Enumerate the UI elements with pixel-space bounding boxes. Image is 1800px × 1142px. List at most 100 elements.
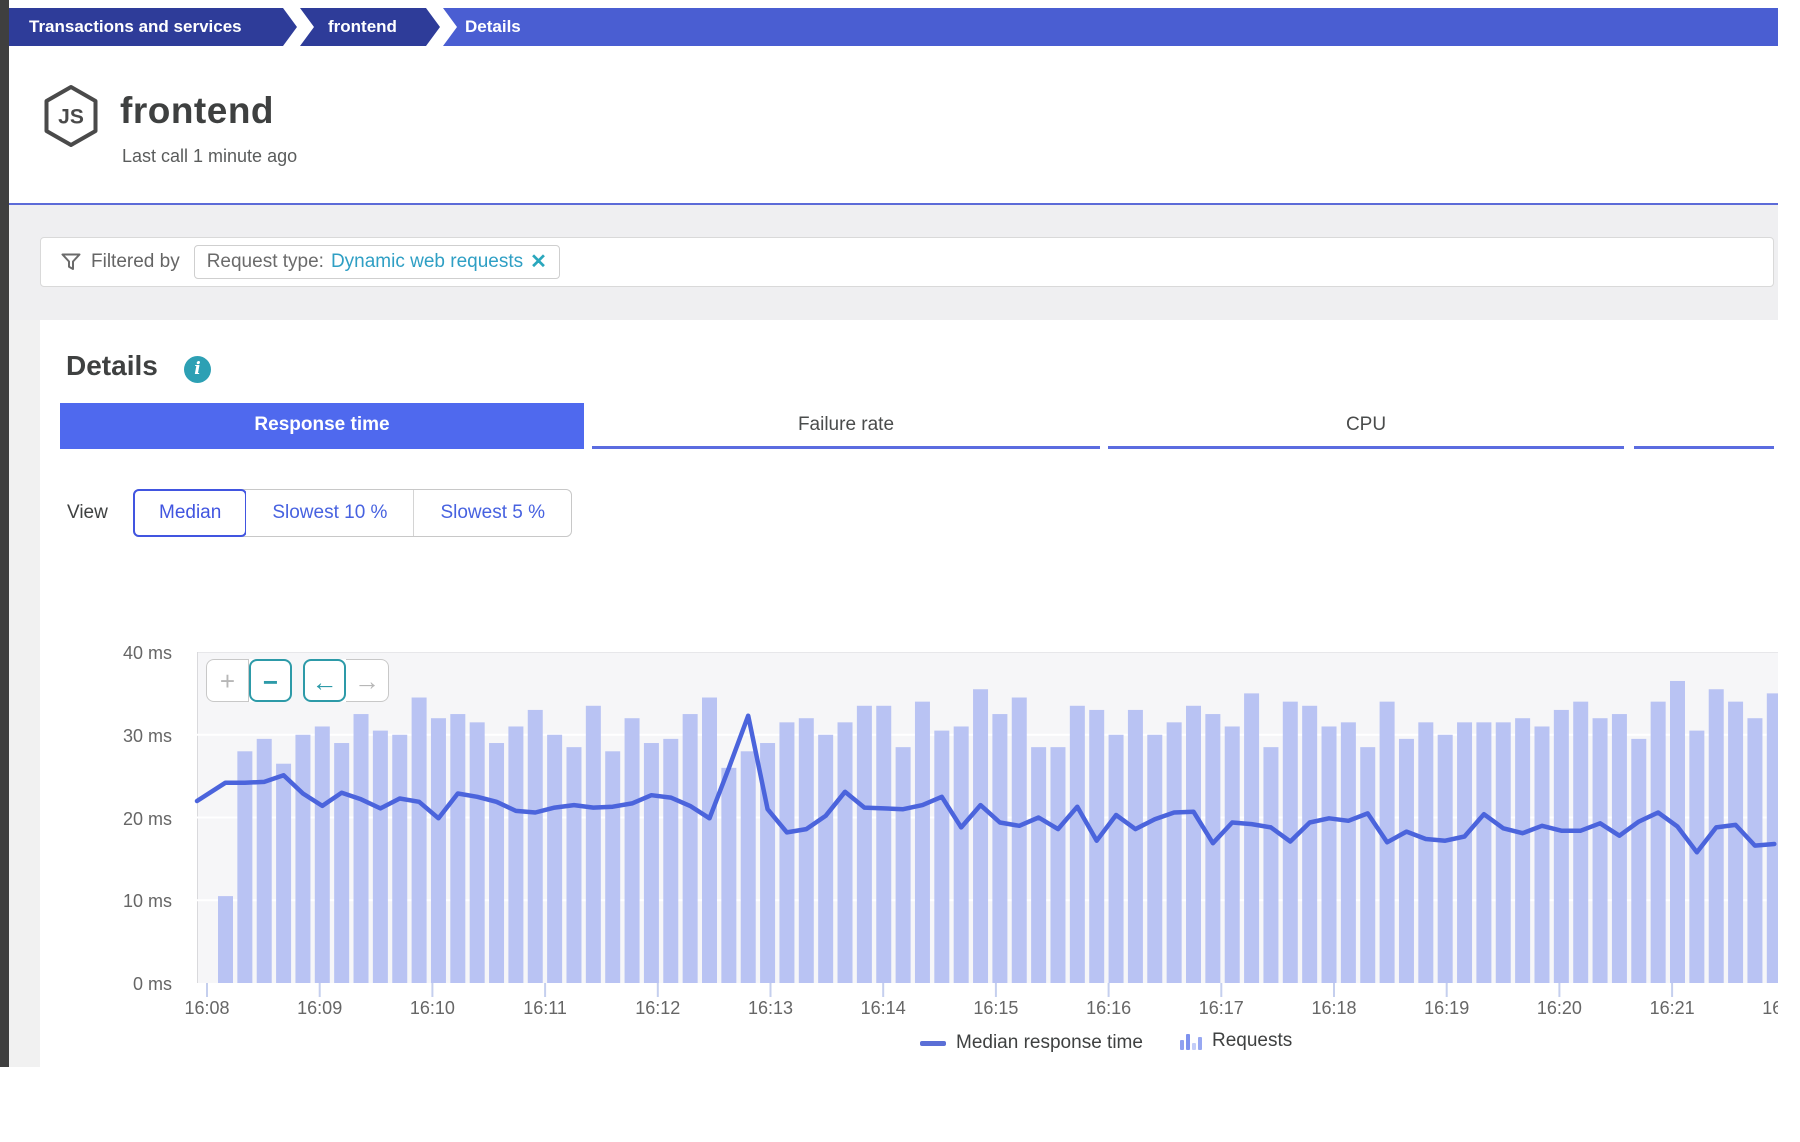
requests-bar — [489, 743, 504, 983]
x-tick-label: 16:10 — [392, 998, 472, 1019]
requests-bar — [257, 739, 272, 983]
requests-bar — [1012, 698, 1027, 983]
requests-bar — [237, 751, 252, 983]
requests-bar — [373, 731, 388, 983]
requests-bar — [683, 714, 698, 983]
requests-bar — [566, 747, 581, 983]
zoom-out-button[interactable]: − — [249, 659, 292, 702]
requests-bar — [644, 743, 659, 983]
legend-requests[interactable]: Requests — [1180, 1030, 1292, 1052]
requests-bar — [896, 747, 911, 983]
requests-bar — [1767, 693, 1778, 983]
requests-bar — [450, 714, 465, 983]
requests-bar — [1689, 731, 1704, 983]
requests-bar — [1147, 735, 1162, 983]
requests-bar — [838, 722, 853, 983]
requests-bar — [528, 710, 543, 983]
requests-bar — [334, 743, 349, 983]
requests-bar — [1070, 706, 1085, 983]
requests-bar — [1631, 739, 1646, 983]
requests-bar — [1573, 702, 1588, 983]
requests-bar — [586, 706, 601, 983]
response-time-chart[interactable] — [0, 0, 1778, 1142]
requests-bar — [779, 722, 794, 983]
service-details-page: Transactions and services frontend Detai… — [0, 0, 1800, 1142]
requests-bar — [1205, 714, 1220, 983]
requests-bar — [1496, 722, 1511, 983]
requests-bar — [218, 896, 233, 983]
requests-bar — [354, 714, 369, 983]
x-tick-label: 16:20 — [1519, 998, 1599, 1019]
x-tick-label: 16:21 — [1632, 998, 1712, 1019]
requests-bar — [992, 714, 1007, 983]
requests-bar — [508, 726, 523, 983]
requests-bar — [1728, 702, 1743, 983]
requests-bar — [1322, 726, 1337, 983]
pan-right-button[interactable]: → — [346, 659, 389, 702]
requests-bar — [663, 739, 678, 983]
requests-bar — [625, 718, 640, 983]
x-tick-label: 16:22 — [1745, 998, 1778, 1019]
requests-bar — [721, 768, 736, 983]
requests-bar — [1418, 722, 1433, 983]
y-tick-label: 10 ms — [102, 891, 172, 912]
requests-bar — [1186, 706, 1201, 983]
y-tick-label: 30 ms — [102, 726, 172, 747]
pan-button-group: ← → — [303, 659, 389, 702]
requests-bar — [934, 731, 949, 983]
requests-bar — [915, 702, 930, 983]
requests-bar — [1747, 718, 1762, 983]
requests-bar — [412, 698, 427, 983]
requests-bar — [1534, 726, 1549, 983]
requests-bar — [1225, 726, 1240, 983]
requests-bar — [1476, 722, 1491, 983]
x-tick-label: 16:19 — [1407, 998, 1487, 1019]
requests-bar — [741, 751, 756, 983]
requests-bar — [1399, 739, 1414, 983]
y-tick-label: 40 ms — [102, 643, 172, 664]
pan-left-button[interactable]: ← — [303, 659, 346, 702]
requests-bar — [1612, 714, 1627, 983]
requests-bar — [954, 726, 969, 983]
requests-bar — [973, 689, 988, 983]
x-tick-label: 16:12 — [618, 998, 698, 1019]
requests-bar — [1651, 702, 1666, 983]
requests-bar — [702, 698, 717, 983]
x-tick-label: 16:09 — [280, 998, 360, 1019]
requests-bar — [1050, 747, 1065, 983]
legend-median-response-time[interactable]: Median response time — [920, 1032, 1143, 1054]
requests-bar — [547, 735, 562, 983]
requests-bar — [1554, 710, 1569, 983]
requests-bar — [857, 706, 872, 983]
requests-bar — [276, 764, 291, 983]
requests-bar — [295, 735, 310, 983]
requests-bar — [1263, 747, 1278, 983]
zoom-in-button[interactable]: + — [206, 659, 249, 702]
requests-bar — [1302, 706, 1317, 983]
requests-bar — [876, 706, 891, 983]
x-tick-label: 16:15 — [956, 998, 1036, 1019]
requests-bar — [431, 718, 446, 983]
requests-bar — [1244, 693, 1259, 983]
zoom-button-group: + − — [206, 659, 292, 702]
requests-bar — [1089, 710, 1104, 983]
line-swatch-icon — [920, 1041, 946, 1046]
x-tick-label: 16:16 — [1069, 998, 1149, 1019]
requests-bar — [392, 735, 407, 983]
requests-bar — [1360, 747, 1375, 983]
x-tick-label: 16:11 — [505, 998, 585, 1019]
requests-bar — [1593, 718, 1608, 983]
requests-bar — [1109, 735, 1124, 983]
bar-chart-icon — [1180, 1033, 1202, 1050]
x-tick-label: 16:08 — [167, 998, 247, 1019]
y-tick-label: 0 ms — [102, 974, 172, 995]
requests-bar — [1515, 718, 1530, 983]
x-tick-label: 16:14 — [843, 998, 923, 1019]
requests-bar — [470, 722, 485, 983]
x-tick-label: 16:17 — [1181, 998, 1261, 1019]
requests-bar — [1341, 722, 1356, 983]
requests-bar — [1167, 722, 1182, 983]
requests-bar — [605, 751, 620, 983]
y-tick-label: 20 ms — [102, 809, 172, 830]
requests-bar — [1031, 747, 1046, 983]
